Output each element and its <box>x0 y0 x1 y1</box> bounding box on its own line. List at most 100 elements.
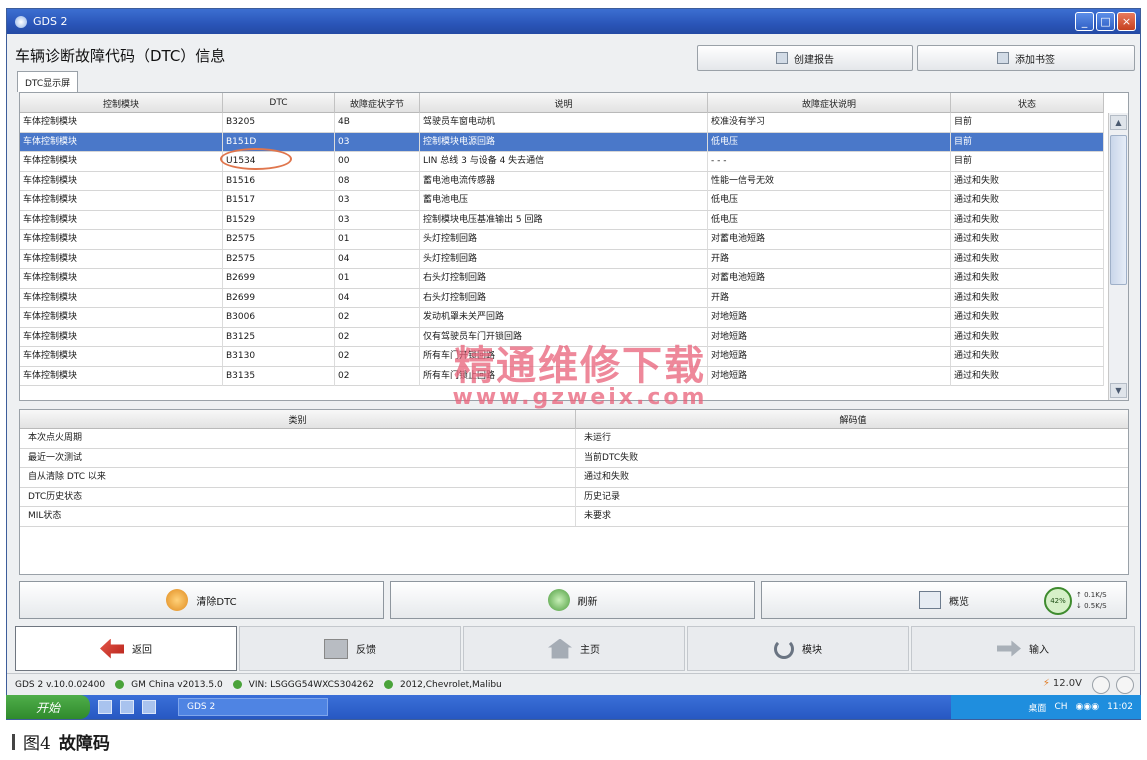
nav-input-button[interactable]: 输入 <box>911 626 1135 671</box>
cell-symptom-byte: 00 <box>335 152 420 171</box>
cell-description: 右头灯控制回路 <box>420 288 708 308</box>
list-item: 自从清除 DTC 以来 通过和失败 <box>20 468 1128 488</box>
vci-indicator-icon <box>1116 676 1134 694</box>
cell-description: 控制模块电压基准输出 5 回路 <box>420 210 708 230</box>
table-row[interactable]: 车体控制模块 B1516 08 蓄电池电流传感器 性能一信号无效 通过和失败 <box>20 171 1104 191</box>
refresh-label: 刷新 <box>577 596 598 608</box>
browser-icon[interactable] <box>120 700 134 714</box>
cell-description: 仅有驾驶员车门开锁回路 <box>420 327 708 347</box>
header-row: 车辆诊断故障代码（DTC）信息 创建报告 添加书签 <box>7 37 1140 77</box>
cell-module: 车体控制模块 <box>20 210 223 230</box>
cell-description: 右头灯控制回路 <box>420 269 708 288</box>
title-bar: GDS 2 _ □ × <box>7 9 1140 34</box>
cell-status: 通过和失败 <box>951 288 1104 308</box>
network-meter: 42% ↑ 0.1K/S ↓ 0.5K/S <box>1044 586 1120 616</box>
cell-symptom-byte: 02 <box>335 366 420 386</box>
create-report-label: 创建报告 <box>794 54 834 66</box>
column-header-description[interactable]: 说明 <box>420 93 708 113</box>
dtc-scrollbar[interactable]: ▲ ▼ <box>1108 113 1128 400</box>
column-header-module[interactable]: 控制模块 <box>20 93 223 113</box>
back-arrow-icon <box>100 638 124 659</box>
scroll-up-icon[interactable]: ▲ <box>1110 115 1127 130</box>
column-header-decoded-value: 解码值 <box>839 416 867 426</box>
cell-symptom-byte: 03 <box>335 191 420 210</box>
cell-status: 通过和失败 <box>951 347 1104 366</box>
cell-dtc: B2575 <box>223 249 335 269</box>
table-row[interactable]: 车体控制模块 B3006 02 发动机罩未关严回路 对地短路 通过和失败 <box>20 308 1104 328</box>
taskbar-item-gds2[interactable]: GDS 2 <box>178 698 328 716</box>
figure-number: 图4 <box>23 734 51 754</box>
gds2-window: GDS 2 _ □ × 车辆诊断故障代码（DTC）信息 创建报告 添加书签 DT… <box>6 8 1141 720</box>
table-row[interactable]: 车体控制模块 B1529 03 控制模块电压基准输出 5 回路 低电压 通过和失败 <box>20 210 1104 230</box>
page-title: 车辆诊断故障代码（DTC）信息 <box>15 47 226 65</box>
cell-decoded-value: 当前DTC失败 <box>584 452 639 463</box>
system-tray: 桌面 CH ◉◉◉ 11:02 <box>951 695 1141 719</box>
table-row[interactable]: 车体控制模块 U1534 00 LIN 总线 3 与设备 4 失去通信 - - - 目前 <box>20 152 1104 172</box>
table-row[interactable]: 车体控制模块 B2575 04 头灯控制回路 开路 通过和失败 <box>20 249 1104 269</box>
nav-home-button[interactable]: 主页 <box>463 626 685 671</box>
cell-category: 最近一次测试 <box>20 448 576 468</box>
column-header-status[interactable]: 状态 <box>951 93 1104 113</box>
maximize-button[interactable]: □ <box>1096 12 1115 31</box>
cell-decoded-value: 历史记录 <box>584 491 621 502</box>
tray-desktop-label[interactable]: 桌面 <box>1028 701 1046 714</box>
nav-back-button[interactable]: 返回 <box>15 626 237 671</box>
report-icon <box>776 52 788 64</box>
table-row[interactable]: 车体控制模块 B3130 02 所有车门开锁回路 对地短路 通过和失败 <box>20 347 1104 367</box>
tab-dtc-display[interactable]: DTC显示屏 <box>17 71 79 92</box>
table-row[interactable]: 车体控制模块 B2699 04 右头灯控制回路 开路 通过和失败 <box>20 288 1104 308</box>
cell-description: 蓄电池电压 <box>420 191 708 210</box>
cell-status: 通过和失败 <box>951 308 1104 327</box>
media-icon[interactable] <box>142 700 156 714</box>
cell-status: 通过和失败 <box>951 366 1104 386</box>
language-indicator[interactable]: CH <box>1054 702 1067 712</box>
table-row[interactable]: 车体控制模块 B2699 01 右头灯控制回路 对蓄电池短路 通过和失败 <box>20 269 1104 289</box>
scroll-thumb[interactable] <box>1110 135 1127 285</box>
refresh-button[interactable]: 刷新 <box>390 581 755 619</box>
nav-input-label: 输入 <box>1029 645 1049 656</box>
column-header-dtc[interactable]: DTC <box>223 93 335 113</box>
close-button[interactable]: × <box>1117 12 1136 31</box>
cell-symptom-byte: 4B <box>335 113 420 132</box>
cell-status: 通过和失败 <box>951 210 1104 230</box>
add-bookmark-button[interactable]: 添加书签 <box>917 45 1135 71</box>
cell-status: 通过和失败 <box>951 327 1104 347</box>
minimize-button[interactable]: _ <box>1075 12 1094 31</box>
table-row[interactable]: 车体控制模块 B3135 02 所有车门锁止回路 对地短路 通过和失败 <box>20 366 1104 386</box>
bookmark-icon <box>997 52 1009 64</box>
table-row[interactable]: 车体控制模块 B3205 4B 驾驶员车窗电动机 校准没有学习 目前 <box>20 113 1104 133</box>
cell-description: 驾驶员车窗电动机 <box>420 113 708 132</box>
column-header-symptom-byte[interactable]: 故障症状字节 <box>335 93 420 113</box>
nav-module-button[interactable]: 模块 <box>687 626 909 671</box>
show-desktop-icon[interactable] <box>98 700 112 714</box>
clear-dtc-button[interactable]: 清除DTC <box>19 581 384 619</box>
tray-icons[interactable]: ◉◉◉ <box>1076 702 1100 712</box>
upload-arrow-icon: ↑ <box>1076 591 1085 599</box>
cell-decoded-value: 未运行 <box>584 433 612 443</box>
freeze-frame-table: 类别 解码值 本次点火周期 未运行 最近一次测试 当前DTC失败 自从清除 DTC 以来… <box>19 409 1129 575</box>
cell-status: 目前 <box>951 113 1104 132</box>
table-row[interactable]: 车体控制模块 B3125 02 仅有驾驶员车门开锁回路 对地短路 通过和失败 <box>20 327 1104 347</box>
table-row[interactable]: 车体控制模块 B1517 03 蓄电池电压 低电压 通过和失败 <box>20 191 1104 211</box>
create-report-button[interactable]: 创建报告 <box>697 45 913 71</box>
nav-feedback-button[interactable]: 反馈 <box>239 626 461 671</box>
column-header-symptom-description[interactable]: 故障症状说明 <box>708 93 951 113</box>
cell-symptom-description: 对蓄电池短路 <box>708 230 951 249</box>
dtc-table-header: 控制模块 DTC 故障症状字节 说明 故障症状说明 状态 <box>20 93 1104 113</box>
freeze-table-header: 类别 解码值 <box>20 410 1128 429</box>
cell-dtc: B3125 <box>223 327 335 347</box>
cell-dtc: B2575 <box>223 230 335 249</box>
cell-symptom-description: 性能一信号无效 <box>708 171 951 191</box>
cell-symptom-byte: 03 <box>335 210 420 230</box>
scroll-down-icon[interactable]: ▼ <box>1110 383 1127 398</box>
table-row[interactable]: 车体控制模块 B2575 01 头灯控制回路 对蓄电池短路 通过和失败 <box>20 230 1104 250</box>
cell-symptom-description: 开路 <box>708 249 951 269</box>
cell-symptom-description: 校准没有学习 <box>708 113 951 132</box>
upload-speed: 0.1K/S <box>1084 591 1107 599</box>
cell-symptom-description: 低电压 <box>708 210 951 230</box>
start-button[interactable]: 开始 <box>6 695 90 719</box>
table-row[interactable]: 车体控制模块 B151D 03 控制模块电源回路 低电压 目前 <box>20 132 1104 152</box>
cell-module: 车体控制模块 <box>20 249 223 269</box>
clear-dtc-label: 清除DTC <box>196 596 237 608</box>
overview-button[interactable]: 概览 42% ↑ 0.1K/S ↓ 0.5K/S <box>761 581 1127 619</box>
